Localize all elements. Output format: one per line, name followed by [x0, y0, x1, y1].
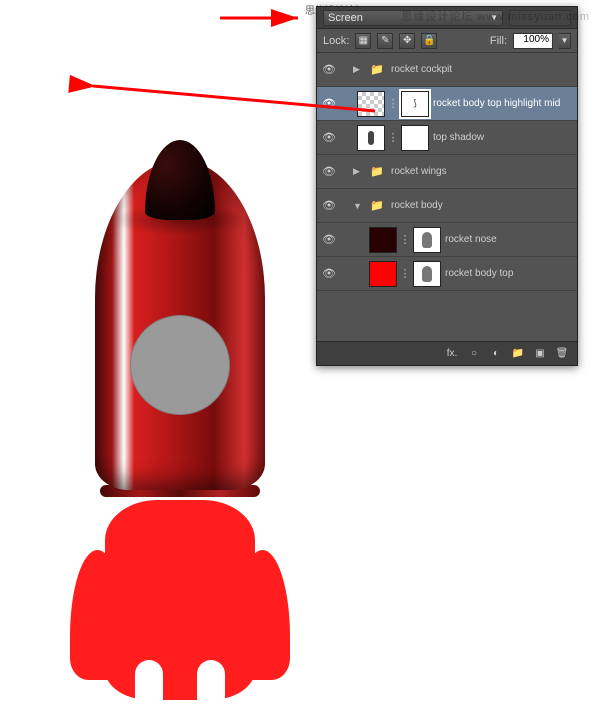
watermark: 思缘设计论坛 www.missyuan.com [401, 8, 590, 24]
visibility-toggle[interactable]: 👁 [317, 63, 341, 76]
layer-label: rocket body top [445, 268, 571, 279]
annotation-arrow-1 [220, 11, 305, 25]
blend-mode-value: Screen [328, 12, 363, 24]
lock-label: Lock: [323, 35, 349, 47]
rocket-artwork [85, 140, 275, 600]
adjust-button[interactable]: ◐ [487, 346, 505, 362]
layer-swatch[interactable] [369, 261, 397, 287]
folder-icon: 📁 [367, 159, 387, 185]
layer-group-rocket-wings[interactable]: 👁 ▶ 📁 rocket wings [317, 155, 577, 189]
layer-mask-thumb[interactable] [413, 261, 441, 287]
lock-all-button[interactable]: 🔒 [421, 33, 437, 49]
fill-dropdown[interactable]: ▼ [559, 33, 571, 49]
layer-thumb[interactable] [357, 91, 385, 117]
layer-label: rocket nose [445, 234, 571, 245]
layer-mask-thumb[interactable] [401, 125, 429, 151]
layers-list: 👁 ▶ 📁 rocket cockpit 👁 ⋮ ⟆ rocket body t… [317, 53, 577, 341]
layers-panel: Screen ▼ Lock: ▦ ✎ ✥ 🔒 Fill: 100% ▼ 👁 ▶ … [316, 6, 578, 366]
chevron-down-icon: ▼ [561, 36, 569, 45]
panel-lock-row: Lock: ▦ ✎ ✥ 🔒 Fill: 100% ▼ [317, 29, 577, 53]
new-layer-button[interactable]: ▣ [531, 346, 549, 362]
layer-label: rocket body top highlight mid [433, 98, 571, 109]
expand-toggle[interactable]: ▶ [353, 166, 363, 177]
layer-top-shadow[interactable]: 👁 ⋮ top shadow [317, 121, 577, 155]
rocket-window [130, 315, 230, 415]
expand-toggle[interactable]: ▼ [353, 201, 363, 211]
lock-position-button[interactable]: ✥ [399, 33, 415, 49]
layer-rocket-body-top-highlight-mid[interactable]: 👁 ⋮ ⟆ rocket body top highlight mid [317, 87, 577, 121]
rocket-nose [145, 140, 215, 220]
expand-toggle[interactable]: ▶ [353, 64, 363, 75]
canvas: 思缘设计论坛 Screen ▼ Lock: ▦ ✎ ✥ 🔒 Fill: 100%… [0, 0, 600, 600]
layer-mask-thumb[interactable]: ⟆ [401, 91, 429, 117]
rocket-fins [80, 500, 280, 700]
visibility-toggle[interactable]: 👁 [317, 199, 341, 212]
visibility-toggle[interactable]: 👁 [317, 131, 341, 144]
layer-label: top shadow [433, 132, 571, 143]
panel-footer: fx. ○ ◐ 📁 ▣ 🗑 [317, 341, 577, 365]
group-button[interactable]: 📁 [509, 346, 527, 362]
layer-thumb[interactable] [357, 125, 385, 151]
fx-button[interactable]: fx. [443, 346, 461, 362]
folder-icon: 📁 [367, 57, 387, 83]
lock-transparency-button[interactable]: ▦ [355, 33, 371, 49]
fill-input[interactable]: 100% [513, 33, 553, 49]
visibility-toggle[interactable]: 👁 [317, 97, 341, 110]
link-icon: ⋮ [389, 91, 397, 117]
visibility-toggle[interactable]: 👁 [317, 165, 341, 178]
layer-label: rocket wings [391, 166, 571, 177]
link-icon: ⋮ [401, 227, 409, 253]
layer-swatch[interactable] [369, 227, 397, 253]
layer-rocket-body-top[interactable]: 👁 ⋮ rocket body top [317, 257, 577, 291]
layer-group-rocket-cockpit[interactable]: 👁 ▶ 📁 rocket cockpit [317, 53, 577, 87]
layer-label: rocket body [391, 200, 571, 211]
delete-button[interactable]: 🗑 [553, 346, 571, 362]
link-icon: ⋮ [389, 125, 397, 151]
lock-image-button[interactable]: ✎ [377, 33, 393, 49]
mask-button[interactable]: ○ [465, 346, 483, 362]
link-icon: ⋮ [401, 261, 409, 287]
layer-group-rocket-body[interactable]: 👁 ▼ 📁 rocket body [317, 189, 577, 223]
folder-icon: 📁 [367, 193, 387, 219]
layer-rocket-nose[interactable]: 👁 ⋮ rocket nose [317, 223, 577, 257]
layer-label: rocket cockpit [391, 64, 571, 75]
fill-label: Fill: [490, 35, 507, 47]
visibility-toggle[interactable]: 👁 [317, 267, 341, 280]
visibility-toggle[interactable]: 👁 [317, 233, 341, 246]
layer-mask-thumb[interactable] [413, 227, 441, 253]
